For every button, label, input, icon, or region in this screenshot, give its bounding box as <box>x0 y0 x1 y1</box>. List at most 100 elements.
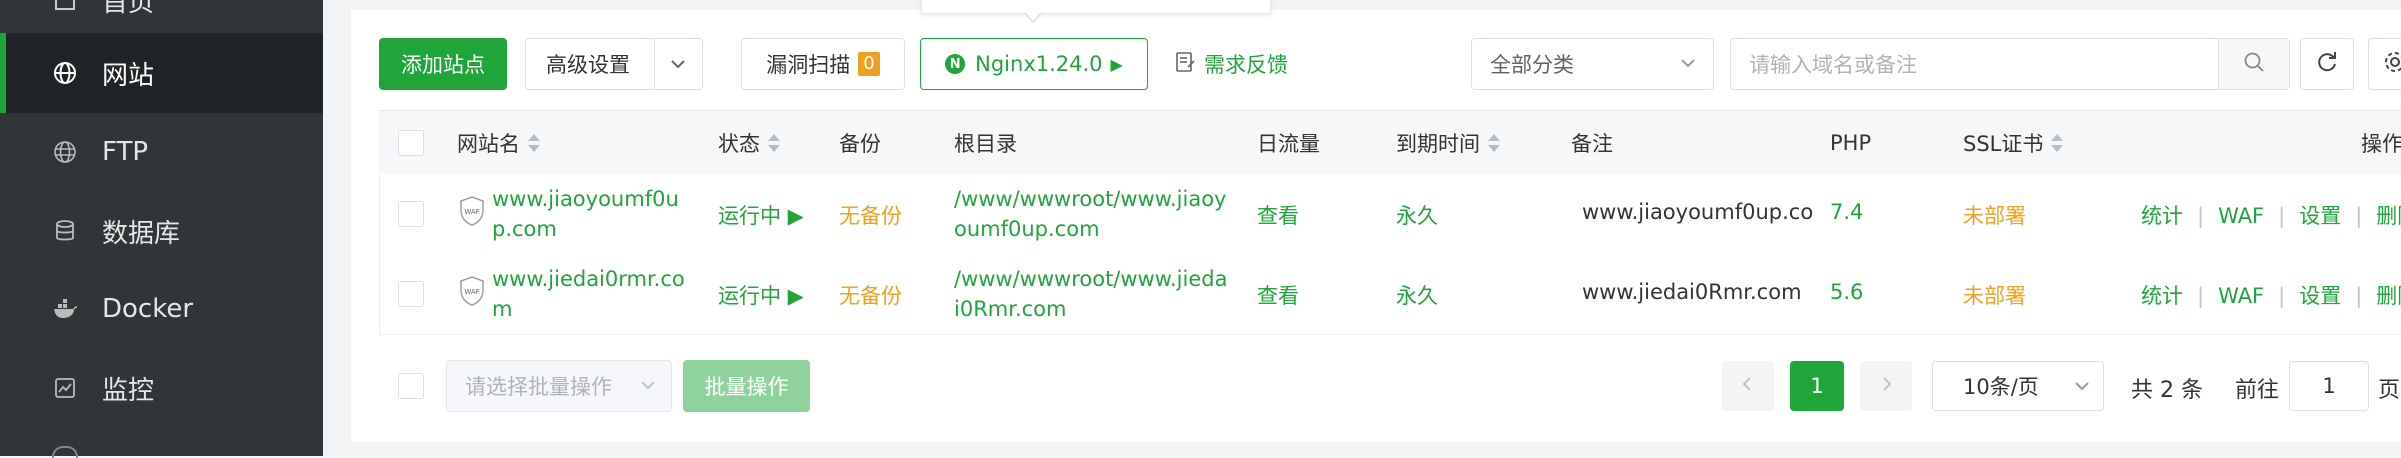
chevron-left-icon <box>1738 374 1758 399</box>
search-input[interactable]: 请输入域名或备注 <box>1730 38 2290 90</box>
row-checkbox[interactable] <box>398 281 424 307</box>
col-backup: 备份 <box>839 111 881 175</box>
nginx-version-button[interactable]: N Nginx1.24.0 ▶ <box>920 38 1148 90</box>
sidebar-item-websites[interactable]: 网站 <box>0 33 323 113</box>
expire-link[interactable]: 永久 <box>1396 200 1438 230</box>
goto-label: 前往 <box>2235 378 2280 403</box>
col-site-name[interactable]: 网站名 <box>457 111 540 175</box>
split-divider <box>654 39 655 89</box>
page-number-current[interactable]: 1 <box>1790 361 1844 411</box>
total-count: 共 2 条 <box>2131 378 2203 403</box>
sidebar-item-ftp[interactable]: FTP <box>0 112 323 192</box>
add-site-label: 添加站点 <box>401 53 485 77</box>
refresh-icon <box>2315 50 2339 79</box>
refresh-button[interactable] <box>2300 38 2354 90</box>
sidebar: 首页 网站 FTP 数据库 Docker 监控 <box>0 0 323 458</box>
advanced-settings-label: 高级设置 <box>546 53 630 77</box>
select-all-checkbox[interactable] <box>398 130 424 156</box>
tooltip-popover <box>921 0 1271 14</box>
ftp-globe-icon <box>52 139 78 165</box>
separator: | <box>2355 284 2363 308</box>
table-header: 网站名 状态 备份 根目录 日流量 到期时间 备注 PHP SSL证书 操作 <box>379 110 2401 176</box>
separator: | <box>2278 284 2286 308</box>
chevron-down-icon[interactable] <box>667 53 689 80</box>
php-version-link[interactable]: 5.6 <box>1830 280 1863 304</box>
root-dir-line: i0Rmr.com <box>954 297 1067 321</box>
settings-button[interactable] <box>2368 38 2401 90</box>
backup-link[interactable]: 无备份 <box>839 200 902 230</box>
status-toggle[interactable]: 运行中 ▶ <box>718 280 804 310</box>
globe-icon <box>52 60 78 86</box>
page-suffix: 页 <box>2378 378 2401 403</box>
svg-text:WAF: WAF <box>464 288 479 296</box>
add-site-button[interactable]: 添加站点 <box>379 38 507 90</box>
batch-operation-select[interactable]: 请选择批量操作 <box>446 360 672 412</box>
row-checkbox[interactable] <box>398 201 424 227</box>
docker-icon <box>52 296 78 322</box>
waf-link[interactable]: WAF <box>2218 284 2264 308</box>
expire-link[interactable]: 永久 <box>1396 280 1438 310</box>
advanced-settings-button[interactable]: 高级设置 <box>525 38 703 90</box>
col-expire[interactable]: 到期时间 <box>1396 111 1500 175</box>
waf-link[interactable]: WAF <box>2218 204 2264 228</box>
goto-page-input[interactable]: 1 <box>2289 361 2369 411</box>
chevron-down-icon <box>2071 375 2093 402</box>
root-dir-line: oumf0up.com <box>954 217 1100 241</box>
site-name-link[interactable]: www.jiedai0rmr.co m <box>492 264 685 324</box>
sidebar-item-label: Docker <box>102 294 194 324</box>
sidebar-item-label: 首页 <box>102 0 155 18</box>
chevron-down-icon <box>1677 52 1699 79</box>
col-label: 到期时间 <box>1396 132 1480 156</box>
traffic-link[interactable]: 查看 <box>1257 200 1299 230</box>
nginx-version-label: Nginx1.24.0 <box>975 52 1103 76</box>
site-name-line: www.jiaoyoumf0u <box>492 187 679 211</box>
feedback-link[interactable]: 需求反馈 <box>1168 38 1294 90</box>
sidebar-item-database[interactable]: 数据库 <box>0 191 323 271</box>
category-select[interactable]: 全部分类 <box>1471 38 1714 90</box>
col-label: 网站名 <box>457 132 520 156</box>
svg-text:WAF: WAF <box>464 208 479 216</box>
col-label: 备份 <box>839 132 881 156</box>
col-label: PHP <box>1830 131 1872 155</box>
nginx-icon: N <box>945 54 966 74</box>
status-toggle[interactable]: 运行中 ▶ <box>718 200 804 230</box>
sidebar-item-monitor[interactable]: 监控 <box>0 348 323 428</box>
col-status[interactable]: 状态 <box>718 111 780 175</box>
ssl-status-link[interactable]: 未部署 <box>1963 280 2026 310</box>
ssl-status-link[interactable]: 未部署 <box>1963 200 2026 230</box>
backup-link[interactable]: 无备份 <box>839 280 902 310</box>
note-field[interactable]: www.jiedai0Rmr.com <box>1582 280 1802 304</box>
root-dir-link[interactable]: /www/wwwroot/www.jiaoy oumf0up.com <box>954 184 1226 244</box>
root-dir-link[interactable]: /www/wwwroot/www.jieda i0Rmr.com <box>954 264 1227 324</box>
php-version-link[interactable]: 7.4 <box>1830 200 1863 224</box>
note-field[interactable]: www.jiaoyoumf0up.co <box>1582 200 1813 224</box>
row-actions: 统计 | WAF | 设置 | 删除 <box>2141 200 2401 230</box>
sidebar-item-docker[interactable]: Docker <box>0 269 323 349</box>
search-button[interactable] <box>2218 39 2289 89</box>
chevron-down-icon <box>637 374 659 401</box>
page-size-select[interactable]: 10条/页 <box>1932 361 2104 411</box>
prev-page-button[interactable] <box>1722 361 1774 411</box>
next-page-button[interactable] <box>1860 361 1912 411</box>
col-label: SSL证书 <box>1963 132 2044 156</box>
col-ssl[interactable]: SSL证书 <box>1963 111 2064 175</box>
site-name-link[interactable]: www.jiaoyoumf0u p.com <box>492 184 679 244</box>
delete-link[interactable]: 删除 <box>2376 284 2401 308</box>
site-name-line: www.jiedai0rmr.co <box>492 267 685 291</box>
col-note: 备注 <box>1571 111 1613 175</box>
waf-shield-icon: WAF <box>459 276 485 306</box>
sort-icon <box>528 133 540 153</box>
settings-link[interactable]: 设置 <box>2299 284 2341 308</box>
delete-link[interactable]: 删除 <box>2376 204 2401 228</box>
monitor-icon <box>52 375 78 401</box>
settings-link[interactable]: 设置 <box>2299 204 2341 228</box>
stats-link[interactable]: 统计 <box>2141 284 2183 308</box>
separator: | <box>2355 204 2363 228</box>
batch-operation-button[interactable]: 批量操作 <box>683 360 810 412</box>
vuln-scan-button[interactable]: 漏洞扫描 0 <box>741 38 905 90</box>
footer-select-all-checkbox[interactable] <box>398 373 424 399</box>
traffic-link[interactable]: 查看 <box>1257 280 1299 310</box>
separator: | <box>2278 204 2286 228</box>
stats-link[interactable]: 统计 <box>2141 204 2183 228</box>
home-icon <box>52 0 78 13</box>
